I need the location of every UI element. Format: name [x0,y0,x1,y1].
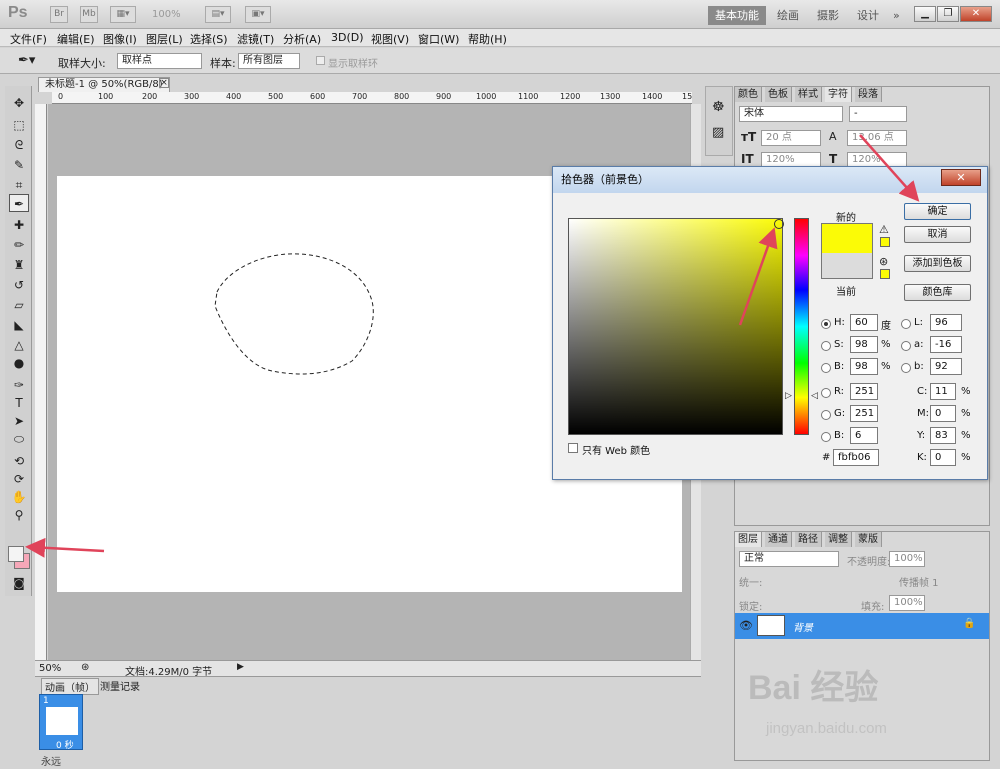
watermark-url: jingyan.baidu.com [766,720,887,737]
foreground-color-swatch[interactable] [8,546,24,562]
annotation-arrows [25,134,920,558]
watermark-logo: Bai 经验 [748,669,879,707]
